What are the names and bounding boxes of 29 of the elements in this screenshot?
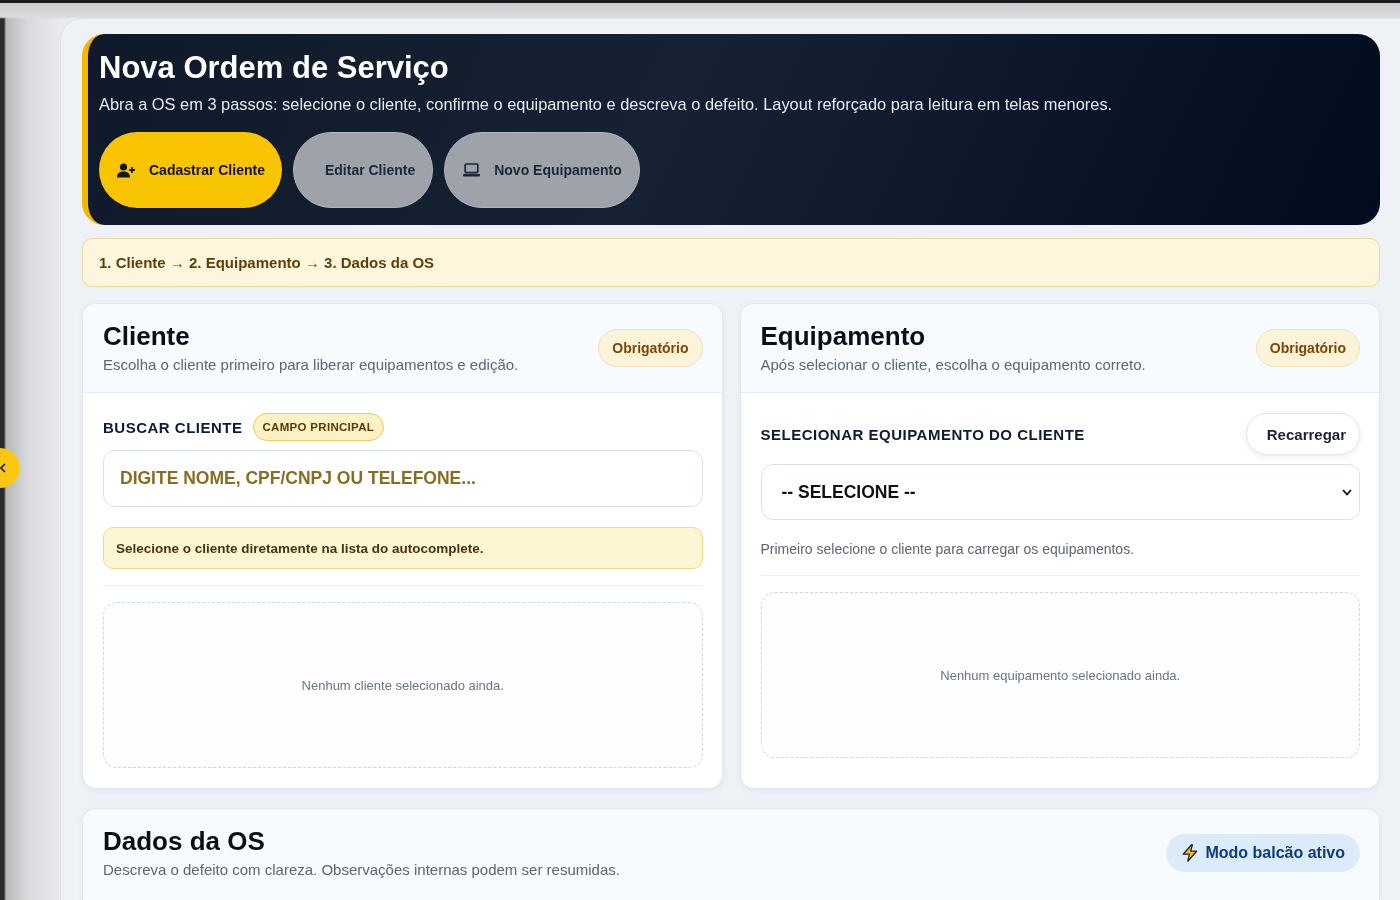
card-subtitle: Após selecionar o cliente, escolha o equipamento correto. <box>760 355 1146 375</box>
main-field-tag: CAMPO PRINCIPAL <box>252 413 385 441</box>
required-badge: Obrigatório <box>598 329 703 367</box>
card-title: Cliente <box>103 321 191 352</box>
action-button[interactable]: Cadastrar Cliente <box>99 132 282 208</box>
required-badge: Obrigatório <box>1255 329 1360 367</box>
laptop-icon <box>463 163 481 177</box>
sidebar-toggle-button[interactable] <box>0 448 20 488</box>
steps-bar: 1. Cliente → 2. Equipamento → 3. Dados da OS <box>82 238 1380 287</box>
empty-state-text: Nenhum cliente selecionado ainda. <box>301 677 504 693</box>
client-search-field[interactable]: DIGITE NOME, CPF/CNPJ OU TELEFONE... <box>103 450 703 507</box>
help-text: Primeiro selecione o cliente para carregar os equipamentos. <box>760 540 1136 559</box>
field-label: BUSCAR CLIENTE <box>103 418 243 436</box>
equipment-select[interactable]: -- SELECIONE -- <box>760 464 1360 520</box>
user-plus-icon <box>117 162 135 178</box>
page-subtitle: Abra a OS em 3 passos: selecione o cliente, confirme o equipamento e descreva o defeito. Layout reforçado para leitura em telas menores. <box>99 94 1114 114</box>
reload-button[interactable]: Recarregar <box>1245 413 1360 455</box>
notice-banner: Selecione o cliente diretamente na lista do autocomplete. <box>103 527 703 569</box>
field-label: SELECIONAR EQUIPAMENTO DO CLIENTE <box>760 425 1085 443</box>
chevron-down-icon <box>1342 489 1352 496</box>
lightning-icon <box>1182 844 1199 862</box>
card-title: Equipamento <box>760 321 927 352</box>
card-subtitle: Escolha o cliente primeiro para liberar equipamentos e edição. <box>103 355 519 375</box>
empty-state-text: Nenhum equipamento selecionado ainda. <box>940 667 1181 683</box>
page-title: Nova Ordem de Serviço <box>99 49 450 86</box>
mode-label: Modo balcão ativo <box>1205 844 1345 862</box>
card-title: Dados da OS <box>103 826 266 857</box>
card-subtitle: Descreva o defeito com clareza. Observações internas podem ser resumidas. <box>103 860 620 880</box>
chevron-left-icon <box>0 463 6 473</box>
